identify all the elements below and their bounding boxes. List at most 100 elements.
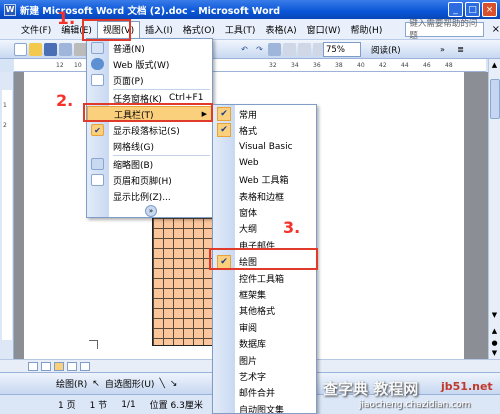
toolbar-option-frames[interactable]: 框架集 [213,286,316,302]
outline-view-button[interactable] [67,361,77,371]
web-layout-icon [91,58,104,70]
menu-table[interactable]: 表格(A) [260,21,301,38]
view-menu-web-layout[interactable]: Web 版式(W) [87,56,212,72]
toolbar-option-label: 框架集 [239,291,267,302]
menu-help[interactable]: 帮助(H) [346,21,388,38]
toolbar-option-outline[interactable]: 大纲 [213,221,316,237]
read-label: 阅读(R) [371,45,401,56]
toolbar-option-label: 审阅 [239,323,258,334]
toolbar-option-reviewing[interactable]: 审阅 [213,319,316,335]
save-icon[interactable] [44,42,57,56]
line-icon[interactable]: ╲ [159,379,164,389]
normal-view-icon [91,42,104,54]
ruler-tick: 46 [423,62,431,69]
redo-icon[interactable]: ↷ [253,43,266,56]
view-menu-gridlines[interactable]: 网格线(G) [87,138,212,154]
step-label-3: 3. [283,218,301,237]
checkmark-icon: ✔ [217,123,231,138]
document-close-icon[interactable]: × [492,24,500,35]
toolbar-option-database[interactable]: 数据库 [213,336,316,352]
vertical-ruler[interactable]: 1 2 [0,72,14,359]
tables-borders-icon[interactable] [283,42,296,56]
insert-table-icon[interactable] [298,42,311,56]
toolbar-option-control-toolbox[interactable]: 控件工具箱 [213,270,316,286]
view-menu-show-paragraph[interactable]: ✔ 显示段落标记(S) [87,122,212,138]
ruler-tick: 38 [335,62,343,69]
toolbar-option-label: 数据库 [239,340,267,351]
menu-format[interactable]: 格式(O) [178,21,220,38]
toolbar-option-mail-merge[interactable]: 邮件合并 [213,385,316,401]
toolbar-option-label: Web 工具箱 [239,176,289,187]
web-view-button[interactable] [41,361,51,371]
minimize-button[interactable]: _ [448,2,463,17]
draw-menu-button[interactable]: 绘图(R) [56,377,87,390]
toolbar-option-web-tools[interactable]: Web 工具箱 [213,172,316,188]
toolbar-option-label: 邮件合并 [239,389,276,400]
undo-icon[interactable]: ↶ [238,43,251,56]
toolbar-option-autotext[interactable]: 自动图文集 [213,401,316,413]
expand-menu-icon[interactable]: » [145,205,157,217]
thumbnails-icon [91,158,104,170]
menu-file[interactable]: 文件(F) [16,21,56,38]
autoshapes-menu-button[interactable]: 自选图形(U) [105,377,155,390]
select-objects-icon[interactable]: ↖ [92,379,100,389]
permission-icon[interactable] [59,42,72,56]
step-label-2: 2. [56,91,74,110]
scroll-thumb[interactable] [490,79,500,119]
view-menu-header-footer[interactable]: 页眉和页脚(H) [87,172,212,188]
header-footer-icon [91,174,104,186]
open-folder-icon[interactable] [29,42,42,56]
status-position: 位置 6.3厘米 [149,401,203,411]
menu-window[interactable]: 窗口(W) [302,21,346,38]
toolbar-option-label: 艺术字 [239,373,267,384]
toolbar-option-label: 大纲 [239,225,258,236]
horizontal-ruler[interactable]: 12 10 32 34 36 38 40 42 44 46 48 [14,59,486,72]
view-menu-label: 缩略图(B) [113,160,154,171]
scroll-down-icon[interactable]: ▼ [489,311,500,322]
help-search-input[interactable]: 键入需要帮助的问题 [405,19,484,41]
toolbar-option-visual-basic[interactable]: Visual Basic [213,139,316,155]
view-menu-page-layout[interactable]: 页面(P) [87,72,212,88]
zoom-select[interactable]: 75% [323,42,361,57]
arrow-icon[interactable]: ↘ [170,379,178,389]
read-button[interactable]: 阅读(R) [371,42,401,57]
align-justify-icon[interactable]: ≣ [454,43,467,56]
hyperlink-icon[interactable] [268,42,281,56]
toolbar-option-standard[interactable]: ✔ 常用 [213,106,316,122]
watermark: 查字典 教程网 jb51.net jiaocheng.chazidian.com [323,378,500,414]
previous-page-icon[interactable]: ▲ [489,327,500,338]
status-section: 1 节 [89,401,108,411]
toolbar-option-wordart[interactable]: 艺术字 [213,368,316,384]
new-document-icon[interactable] [14,42,27,56]
watermark-site: jb51.net [441,380,493,393]
maximize-button[interactable]: □ [465,2,480,17]
vruler-tick: 1 [3,102,7,109]
reading-view-button[interactable] [80,361,90,371]
annotation-box-view-menu [82,19,131,41]
toolbar-option-forms[interactable]: 窗体 [213,204,316,220]
close-button[interactable]: × [482,2,497,17]
print-layout-button[interactable] [54,361,64,371]
toolbar-options-icon[interactable]: » [436,43,449,56]
view-menu-normal[interactable]: 普通(N) [87,40,212,56]
toolbar-option-web[interactable]: Web [213,155,316,171]
view-menu-thumbnails[interactable]: 缩略图(B) [87,156,212,172]
checkmark-icon: ✔ [217,107,231,121]
ruler-tick: 34 [291,62,299,69]
toolbar-option-formatting[interactable]: ✔ 格式 [213,122,316,138]
scroll-up-icon[interactable]: ▲ [489,61,500,72]
annotation-box-toolbars-item [83,103,213,122]
toolbar-option-label: 常用 [239,110,258,121]
view-menu-zoom[interactable]: 显示比例(Z)... [87,188,212,204]
toolbar-option-picture[interactable]: 图片 [213,352,316,368]
toolbar-option-tables-borders[interactable]: 表格和边框 [213,188,316,204]
ruler-tick: 44 [401,62,409,69]
toolbar-option-other-formats[interactable]: 其他格式 [213,303,316,319]
ruler-tick: 12 [56,62,64,69]
normal-view-button[interactable] [28,361,38,371]
menu-insert[interactable]: 插入(I) [140,21,178,38]
watermark-url: jiaocheng.chazidian.com [359,400,471,410]
vertical-scrollbar[interactable]: ▲ ▼ ▲ ● ▼ [488,59,500,359]
menu-tools[interactable]: 工具(T) [220,21,261,38]
ruler-tick: 48 [445,62,453,69]
